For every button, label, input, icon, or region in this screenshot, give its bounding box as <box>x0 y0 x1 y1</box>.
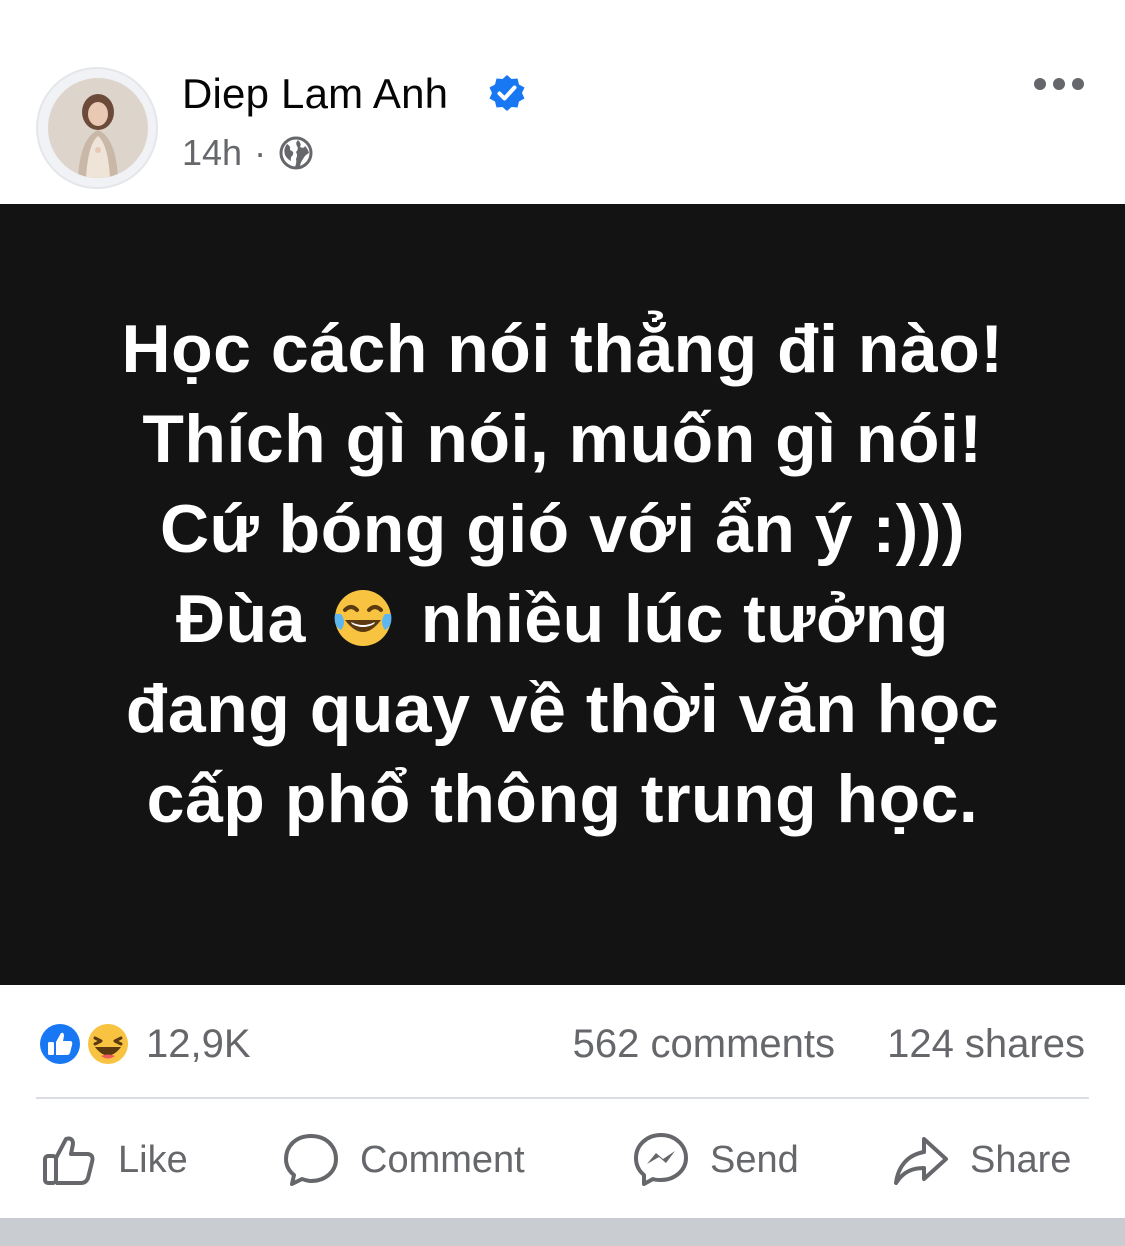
avatar[interactable] <box>48 78 148 178</box>
post-text-line: cấp phổ thông trung học. <box>146 761 979 837</box>
post-text-line: Thích gì nói, muốn gì nói! <box>142 401 983 477</box>
send-label: Send <box>710 1138 799 1181</box>
messenger-icon <box>634 1133 688 1186</box>
post-text-line: Đùa nhiều lúc tưởng <box>0 574 1125 664</box>
comment-bubble-icon <box>284 1134 338 1186</box>
feed-separator-bar <box>0 1218 1125 1246</box>
share-label: Share <box>970 1138 1072 1181</box>
haha-reaction-icon[interactable] <box>84 1020 132 1068</box>
shares-count[interactable]: 124 shares <box>887 1022 1085 1067</box>
meta-separator: · <box>254 132 267 173</box>
post-meta: 14h · <box>182 132 314 174</box>
share-button[interactable]: Share <box>892 1120 1071 1200</box>
reaction-count[interactable]: 12,9K <box>146 1022 251 1067</box>
post-text-line: đang quay về thời văn học <box>125 671 1000 747</box>
comment-label: Comment <box>360 1138 525 1181</box>
post-time[interactable]: 14h <box>182 132 242 174</box>
globe-icon[interactable] <box>278 135 314 171</box>
share-arrow-icon <box>894 1137 948 1185</box>
post-text-line: Cứ bóng gió với ẩn ý :))) <box>159 491 966 567</box>
post-header: Diep Lam Anh 14h · <box>0 0 1125 204</box>
like-reaction-icon[interactable] <box>36 1020 84 1068</box>
laughing-tears-emoji-icon <box>334 590 392 646</box>
post-text-fragment: nhiều lúc tưởng <box>420 581 949 657</box>
comment-button[interactable]: Comment <box>282 1120 525 1200</box>
author-name[interactable]: Diep Lam Anh <box>182 70 448 118</box>
comments-count[interactable]: 562 comments <box>573 1022 835 1067</box>
verified-badge-icon <box>489 75 525 111</box>
post-text-fragment: Đùa <box>176 581 306 657</box>
like-button[interactable]: Like <box>40 1120 188 1200</box>
thumbs-up-icon <box>43 1136 95 1185</box>
post-text: Học cách nói thẳng đi nào! Thích gì nói,… <box>0 304 1125 844</box>
more-horizontal-icon[interactable] <box>1032 72 1086 96</box>
divider <box>36 1097 1089 1099</box>
like-label: Like <box>118 1138 188 1181</box>
post-text-line: Học cách nói thẳng đi nào! <box>121 311 1004 387</box>
send-button[interactable]: Send <box>632 1120 799 1200</box>
facebook-post: Diep Lam Anh 14h · Học cách nói thẳng đi… <box>0 0 1125 1246</box>
